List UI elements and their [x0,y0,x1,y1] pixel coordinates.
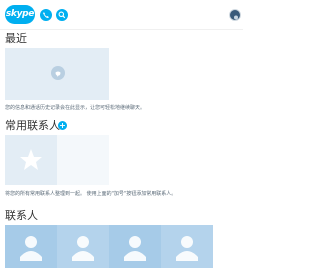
favorites-placeholder [5,135,57,185]
favorites-empty-slot [57,135,109,185]
favorites-title: 常用联系人 [5,119,60,132]
contact-tile[interactable] [57,225,109,268]
contacts-title: 联系人 [5,209,38,222]
star-icon [20,149,42,170]
person-icon [72,236,94,261]
avatar-icon [234,15,238,20]
recent-placeholder [5,48,109,100]
person-icon [176,236,198,261]
chat-bubble-icon [51,66,65,80]
call-icon [43,12,49,18]
recent-title: 最近 [5,32,27,45]
favorites-hint: 将您的所有常用联系人整理到一起。 使用上面的"加号"按钮添加常用联系人。 [5,191,177,197]
call-button[interactable] [40,9,52,21]
contact-tile[interactable] [109,225,161,268]
search-button[interactable] [56,9,68,21]
contact-tile[interactable] [5,225,57,268]
search-icon [58,11,66,19]
profile-avatar[interactable] [229,9,241,21]
person-icon [20,236,42,261]
person-icon [124,236,146,261]
recent-hint: 您的信息和通话历史记录会在此显示，让您可轻松地继续聊天。 [5,105,146,111]
contact-tile[interactable] [161,225,213,268]
header-divider [0,29,243,30]
add-favorite-button[interactable]: + [58,121,67,130]
skype-logo: skype [5,5,35,24]
app-header: skype [0,0,243,30]
